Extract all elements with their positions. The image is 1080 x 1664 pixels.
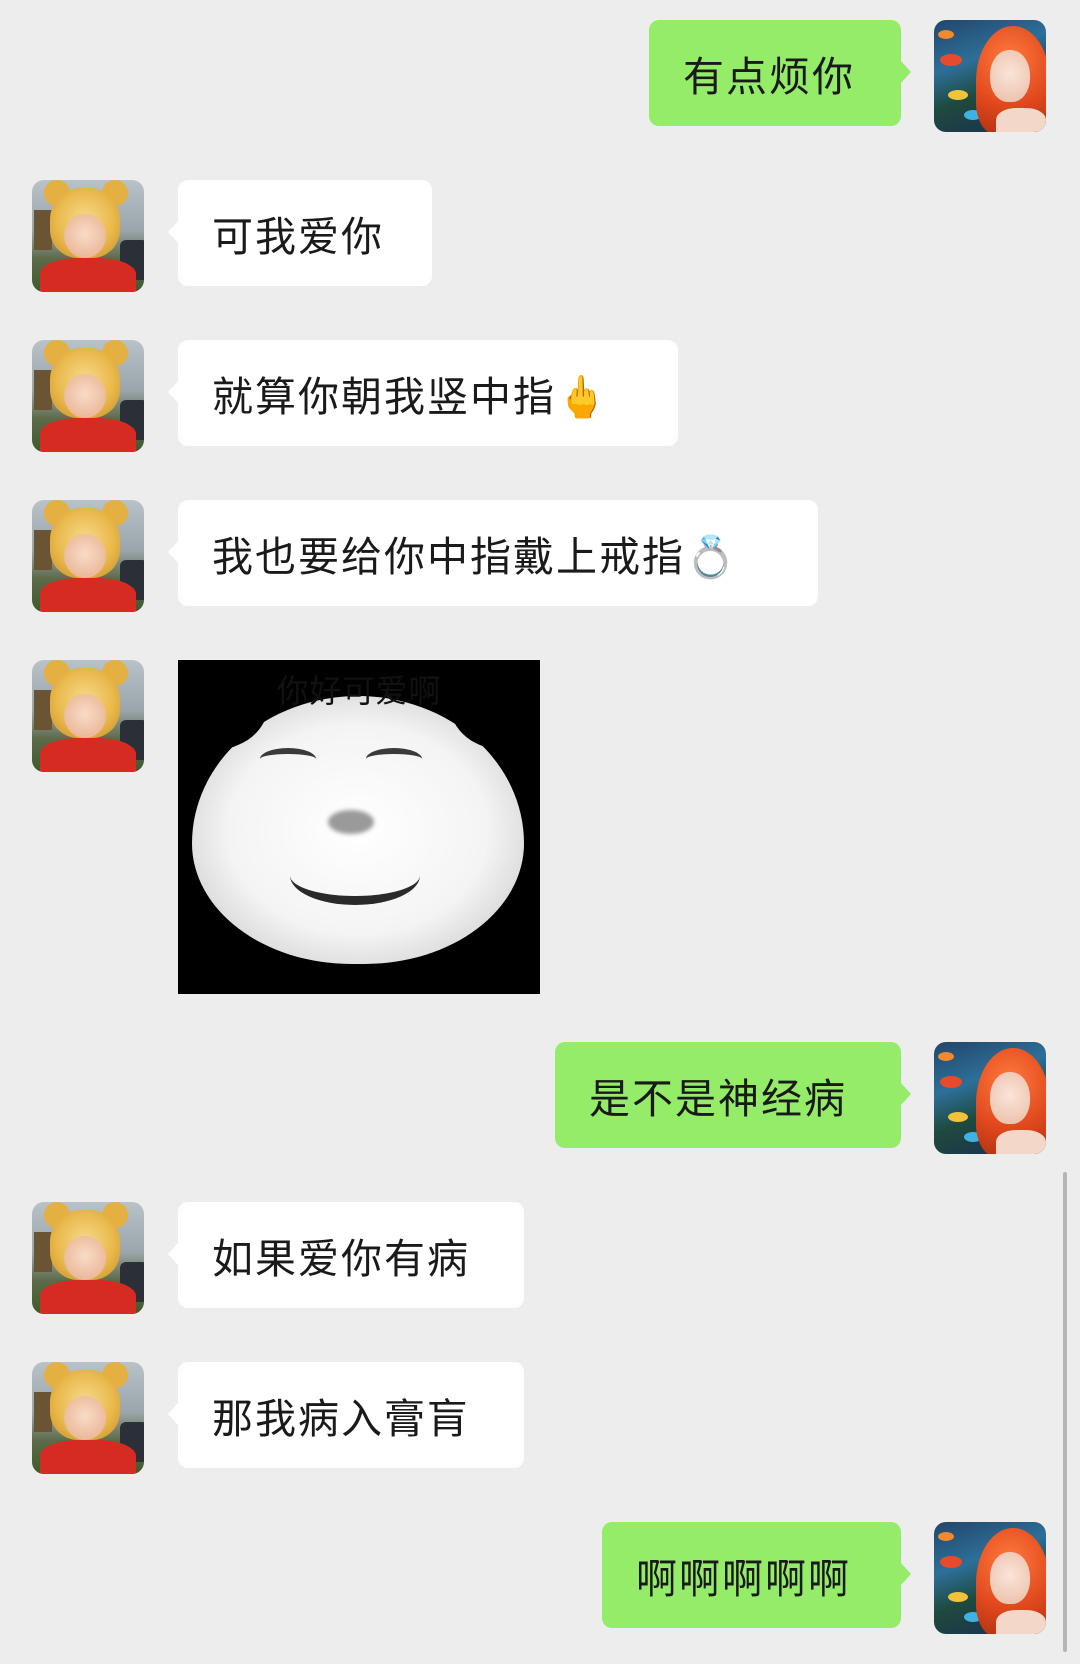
contact-avatar[interactable] — [32, 180, 144, 292]
contact-avatar[interactable] — [32, 500, 144, 612]
message-text: 如果爱你有病 — [212, 1235, 470, 1283]
message-text: 可我爱你 — [212, 213, 384, 261]
contact-avatar[interactable] — [32, 660, 144, 772]
message-bubble-sent[interactable]: 有点烦你 — [649, 20, 911, 126]
message-bubble-sent[interactable]: 是不是神经病 — [555, 1042, 911, 1148]
contact-avatar[interactable] — [32, 1362, 144, 1474]
message-bubble-received[interactable]: 就算你朝我竖中指🖕 — [168, 340, 678, 446]
message-bubble-received[interactable]: 可我爱你 — [168, 180, 432, 286]
sticker-message[interactable]: 你好可爱啊 — [178, 660, 540, 994]
message-bubble-received[interactable]: 如果爱你有病 — [168, 1202, 524, 1308]
message-text: 有点烦你 — [683, 53, 855, 101]
contact-avatar[interactable] — [32, 340, 144, 452]
message-text: 我也要给你中指戴上戒指💍 — [212, 533, 739, 581]
message-bubble-received[interactable]: 那我病入膏肓 — [168, 1362, 524, 1468]
scrollbar[interactable] — [1063, 1172, 1067, 1652]
self-avatar[interactable] — [934, 1522, 1046, 1634]
message-text: 是不是神经病 — [589, 1075, 847, 1123]
sticker-caption: 你好可爱啊 — [276, 672, 442, 710]
message-bubble-received[interactable]: 我也要给你中指戴上戒指💍 — [168, 500, 818, 606]
contact-avatar[interactable] — [32, 1202, 144, 1314]
chat-view: 有点烦你 可我爱你 就算你朝我竖中指🖕 我也要给你中指戴上戒指💍 你好可爱啊 是… — [0, 0, 1080, 1664]
message-text: 那我病入膏肓 — [212, 1395, 470, 1443]
message-text: 啊啊啊啊啊 — [636, 1555, 851, 1603]
self-avatar[interactable] — [934, 1042, 1046, 1154]
self-avatar[interactable] — [934, 20, 1046, 132]
message-bubble-sent[interactable]: 啊啊啊啊啊 — [602, 1522, 911, 1628]
message-text: 就算你朝我竖中指🖕 — [212, 373, 610, 421]
